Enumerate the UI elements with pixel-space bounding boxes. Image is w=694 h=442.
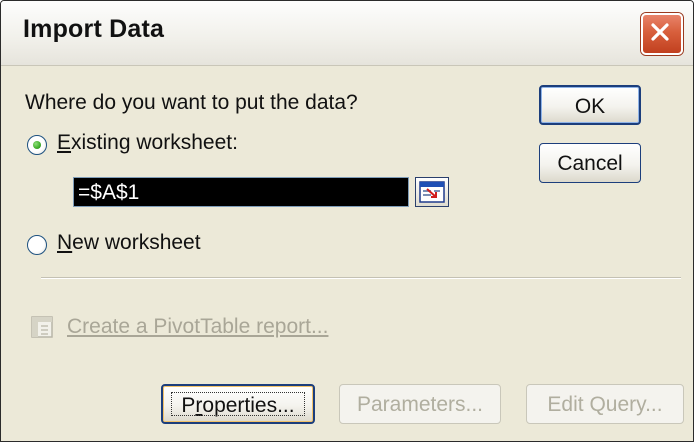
ok-button[interactable]: OK [539, 85, 641, 125]
new-worksheet-label-text: ew worksheet [72, 231, 201, 254]
cell-reference-input[interactable]: =$A$1 [73, 177, 409, 207]
import-data-dialog: Import Data Where do you want to put the… [0, 0, 694, 442]
location-question: Where do you want to put the data? [25, 91, 358, 114]
title-bar[interactable]: Import Data [1, 1, 693, 66]
collapse-dialog-icon [419, 181, 445, 203]
focus-ring [171, 392, 305, 416]
new-worksheet-label[interactable]: New worksheet [57, 231, 201, 255]
pivottable-icon [31, 316, 53, 338]
existing-worksheet-radio[interactable] [27, 135, 47, 155]
radio-selected-dot [33, 141, 41, 149]
close-icon [651, 23, 669, 41]
new-worksheet-radio[interactable] [27, 235, 47, 255]
create-pivottable-link[interactable]: Create a PivotTable report... [67, 315, 328, 339]
existing-worksheet-label[interactable]: Existing worksheet: [57, 131, 238, 155]
close-button[interactable] [641, 13, 683, 55]
collapse-dialog-button[interactable] [415, 177, 449, 207]
existing-worksheet-label-text: xisting worksheet: [71, 131, 238, 154]
properties-button[interactable]: Properties... [161, 384, 315, 424]
new-worksheet-access-key: N [57, 231, 73, 254]
existing-worksheet-access-key: E [57, 131, 72, 154]
cancel-button[interactable]: Cancel [539, 143, 641, 183]
separator [41, 277, 681, 279]
dialog-title: Import Data [23, 15, 165, 43]
edit-query-button[interactable]: Edit Query... [526, 384, 684, 424]
parameters-button[interactable]: Parameters... [339, 384, 501, 424]
